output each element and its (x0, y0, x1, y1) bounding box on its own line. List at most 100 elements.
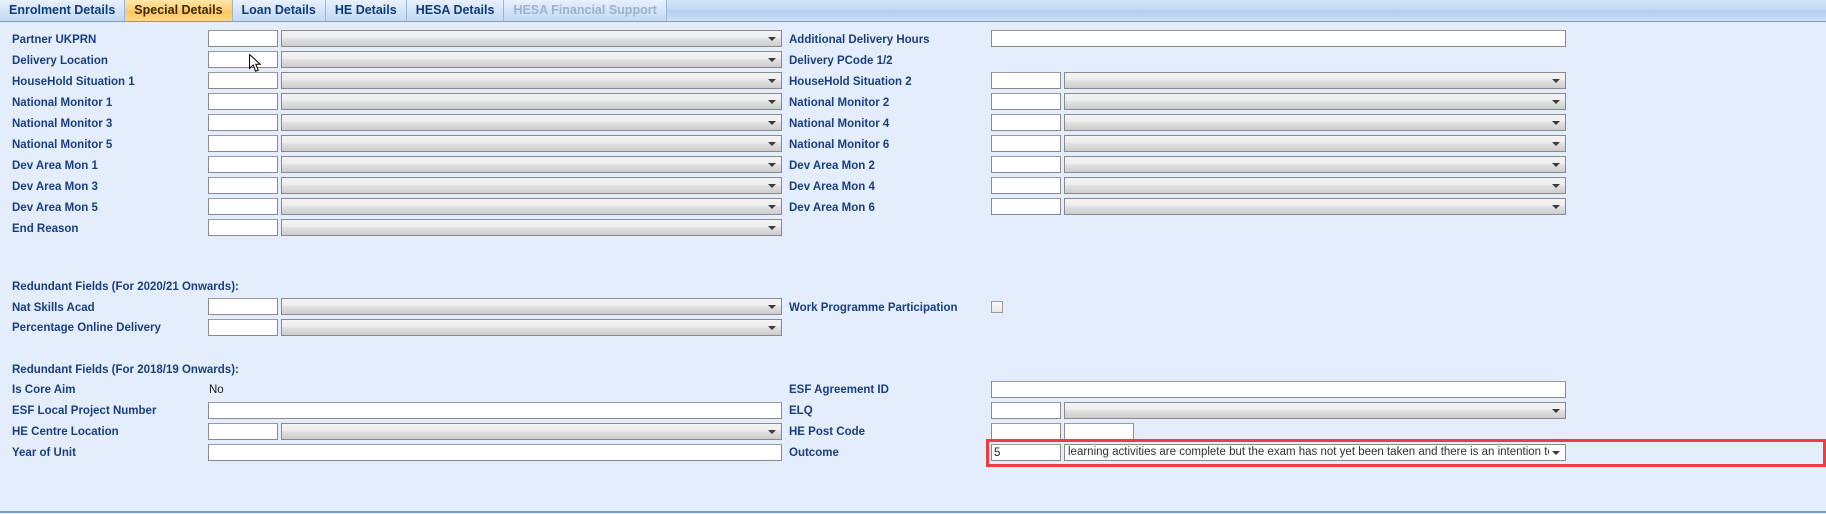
label-dev-area-mon-1: Dev Area Mon 1 (12, 160, 98, 172)
input-delivery-location-code[interactable] (208, 51, 278, 68)
label-household-situation-1: HouseHold Situation 1 (12, 76, 135, 88)
input-additional-delivery-hours[interactable] (991, 30, 1566, 47)
label-dev-area-mon-3: Dev Area Mon 3 (12, 181, 98, 193)
value-is-core-aim: No (209, 384, 224, 396)
label-dev-area-mon-5: Dev Area Mon 5 (12, 202, 98, 214)
combo-outcome[interactable]: learning activities are complete but the… (1064, 444, 1566, 461)
tab-he-details[interactable]: HE Details (325, 0, 407, 21)
chevron-down-icon (1552, 408, 1560, 413)
combo-delivery-location[interactable] (281, 51, 782, 68)
tab-label: Enrolment Details (9, 3, 116, 18)
chevron-down-icon (768, 325, 776, 330)
input-he-post-code-part1[interactable] (991, 423, 1061, 440)
tab-hesa-financial-support: HESA Financial Support (504, 0, 667, 21)
checkbox-work-programme-participation[interactable] (991, 301, 1003, 313)
input-national-monitor-5-code[interactable] (208, 135, 278, 152)
label-nat-skills-acad: Nat Skills Acad (12, 302, 95, 314)
combo-dev-area-mon-6[interactable] (1064, 198, 1566, 215)
tab-label: HESA Details (415, 3, 495, 18)
input-nat-skills-acad-code[interactable] (208, 298, 278, 315)
combo-dev-area-mon-5[interactable] (281, 198, 782, 215)
chevron-down-icon (768, 183, 776, 188)
input-national-monitor-1-code[interactable] (208, 93, 278, 110)
label-national-monitor-3: National Monitor 3 (12, 118, 113, 130)
combo-national-monitor-3[interactable] (281, 114, 782, 131)
input-he-post-code-part2[interactable] (1064, 423, 1134, 440)
input-dev-area-mon-4-code[interactable] (991, 177, 1061, 194)
chevron-down-icon (1552, 78, 1560, 83)
label-national-monitor-2: National Monitor 2 (789, 97, 890, 109)
label-he-post-code: HE Post Code (789, 426, 866, 438)
chevron-down-icon (768, 204, 776, 209)
chevron-down-icon (1552, 450, 1560, 455)
combo-household-situation-2[interactable] (1064, 72, 1566, 89)
combo-household-situation-1[interactable] (281, 72, 782, 89)
input-national-monitor-4-code[interactable] (991, 114, 1061, 131)
chevron-down-icon (768, 57, 776, 62)
input-household-situation-1-code[interactable] (208, 72, 278, 89)
input-national-monitor-6-code[interactable] (991, 135, 1061, 152)
input-dev-area-mon-2-code[interactable] (991, 156, 1061, 173)
special-details-form: Partner UKPRN Additional Delivery Hours … (0, 22, 1826, 513)
mouse-pointer-icon (249, 54, 261, 72)
input-dev-area-mon-5-code[interactable] (208, 198, 278, 215)
label-esf-local-project-number: ESF Local Project Number (12, 405, 157, 417)
label-household-situation-2: HouseHold Situation 2 (789, 76, 912, 88)
combo-national-monitor-1[interactable] (281, 93, 782, 110)
chevron-down-icon (1552, 99, 1560, 104)
chevron-down-icon (1552, 120, 1560, 125)
chevron-down-icon (768, 304, 776, 309)
tab-special-details[interactable]: Special Details (125, 0, 233, 21)
combo-end-reason[interactable] (281, 219, 782, 236)
label-national-monitor-6: National Monitor 6 (789, 139, 890, 151)
combo-he-centre-location[interactable] (281, 423, 782, 440)
combo-elq[interactable] (1064, 402, 1566, 419)
combo-percentage-online-delivery[interactable] (281, 319, 782, 336)
tab-hesa-details[interactable]: HESA Details (406, 0, 505, 21)
label-elq: ELQ (789, 405, 813, 417)
label-is-core-aim: Is Core Aim (12, 384, 76, 396)
input-national-monitor-3-code[interactable] (208, 114, 278, 131)
label-percentage-online-delivery: Percentage Online Delivery (12, 322, 161, 334)
chevron-down-icon (768, 120, 776, 125)
input-dev-area-mon-6-code[interactable] (991, 198, 1061, 215)
label-esf-agreement-id: ESF Agreement ID (789, 384, 889, 396)
chevron-down-icon (768, 36, 776, 41)
input-esf-local-project-number[interactable] (208, 402, 782, 419)
input-dev-area-mon-1-code[interactable] (208, 156, 278, 173)
input-year-of-unit[interactable] (208, 444, 782, 461)
combo-national-monitor-5[interactable] (281, 135, 782, 152)
input-outcome-code[interactable] (991, 444, 1061, 461)
input-percentage-online-delivery-code[interactable] (208, 319, 278, 336)
combo-dev-area-mon-2[interactable] (1064, 156, 1566, 173)
combo-national-monitor-4[interactable] (1064, 114, 1566, 131)
combo-dev-area-mon-4[interactable] (1064, 177, 1566, 194)
input-national-monitor-2-code[interactable] (991, 93, 1061, 110)
chevron-down-icon (768, 429, 776, 434)
combo-national-monitor-6[interactable] (1064, 135, 1566, 152)
combo-nat-skills-acad[interactable] (281, 298, 782, 315)
label-additional-delivery-hours: Additional Delivery Hours (789, 34, 930, 46)
tab-label: Special Details (134, 3, 223, 18)
label-delivery-location: Delivery Location (12, 55, 108, 67)
combo-dev-area-mon-1[interactable] (281, 156, 782, 173)
input-end-reason-code[interactable] (208, 219, 278, 236)
input-household-situation-2-code[interactable] (991, 72, 1061, 89)
input-dev-area-mon-3-code[interactable] (208, 177, 278, 194)
label-national-monitor-4: National Monitor 4 (789, 118, 890, 130)
tab-loan-details[interactable]: Loan Details (232, 0, 326, 21)
input-partner-ukprn-code[interactable] (208, 30, 278, 47)
input-he-centre-location-code[interactable] (208, 423, 278, 440)
chevron-down-icon (768, 99, 776, 104)
label-end-reason: End Reason (12, 223, 79, 235)
chevron-down-icon (768, 141, 776, 146)
combo-partner-ukprn[interactable] (281, 30, 782, 47)
input-elq-code[interactable] (991, 402, 1061, 419)
label-he-centre-location: HE Centre Location (12, 426, 119, 438)
tab-enrolment-details[interactable]: Enrolment Details (0, 0, 126, 21)
label-year-of-unit: Year of Unit (12, 447, 76, 459)
combo-national-monitor-2[interactable] (1064, 93, 1566, 110)
chevron-down-icon (768, 162, 776, 167)
combo-dev-area-mon-3[interactable] (281, 177, 782, 194)
input-esf-agreement-id[interactable] (991, 381, 1566, 398)
